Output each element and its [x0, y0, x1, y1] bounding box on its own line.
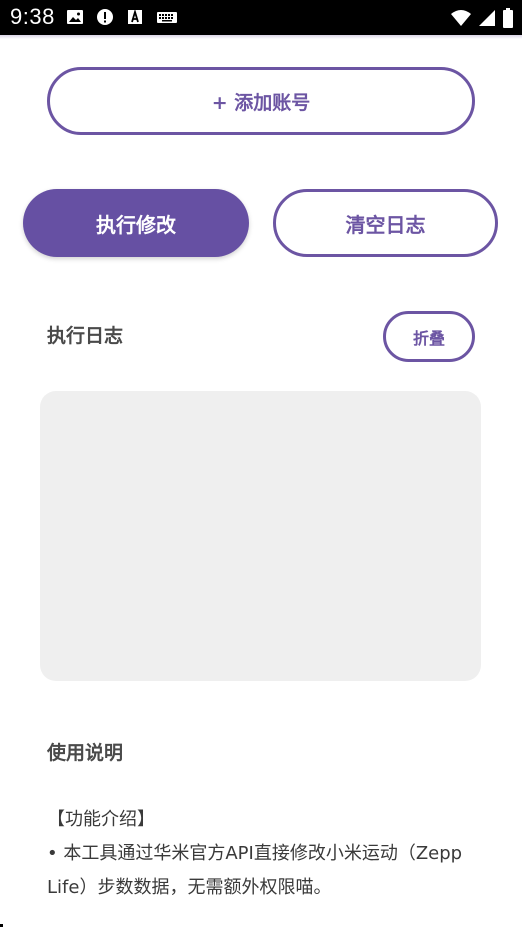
- font-a-icon: [128, 8, 142, 24]
- log-output-area[interactable]: [40, 391, 481, 681]
- status-system-icons: [450, 8, 514, 28]
- add-account-button[interactable]: + 添加账号: [47, 67, 475, 135]
- usage-section-title: 使用说明: [47, 742, 124, 764]
- status-bar: 9:38: [0, 0, 522, 35]
- alert-icon: [97, 9, 113, 25]
- usage-description: 【功能介绍】 • 本工具通过华米官方API直接修改小米运动（Zepp Life）…: [47, 803, 477, 905]
- status-time: 9:38: [10, 4, 55, 29]
- status-notification-icons: [66, 8, 178, 26]
- usage-line-2: Life）步数数据，无需额外权限喵。: [47, 877, 332, 898]
- gallery-icon: [67, 10, 83, 24]
- wifi-icon: [451, 10, 471, 26]
- usage-heading: 【功能介绍】: [47, 809, 155, 830]
- keyboard-icon: [157, 12, 177, 23]
- collapse-log-button[interactable]: 折叠: [383, 311, 475, 362]
- signal-icon: [479, 10, 495, 26]
- clear-log-button[interactable]: 清空日志: [273, 189, 498, 257]
- edge-artifact: [0, 924, 3, 927]
- app-bar-shadow: [0, 35, 522, 39]
- battery-icon: [503, 8, 513, 28]
- log-section-title: 执行日志: [47, 325, 124, 347]
- usage-line-1: • 本工具通过华米官方API直接修改小米运动（Zepp: [47, 843, 463, 864]
- execute-modify-button[interactable]: 执行修改: [23, 189, 249, 257]
